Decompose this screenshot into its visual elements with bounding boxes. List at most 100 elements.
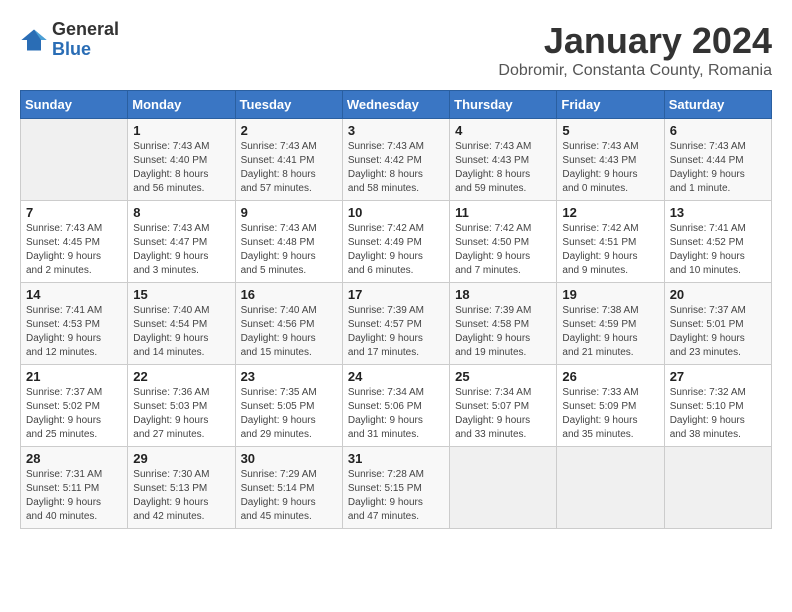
- day-number: 7: [26, 205, 122, 220]
- th-sunday: Sunday: [21, 91, 128, 119]
- day-number: 21: [26, 369, 122, 384]
- calendar-cell: 16 Sunrise: 7:40 AMSunset: 4:56 PMDayligh…: [235, 283, 342, 365]
- day-number: 2: [241, 123, 337, 138]
- day-number: 27: [670, 369, 766, 384]
- day-number: 8: [133, 205, 229, 220]
- day-number: 17: [348, 287, 444, 302]
- calendar-body: 1Sunrise: 7:43 AMSunset: 4:40 PMDaylight…: [21, 119, 772, 529]
- header-row: Sunday Monday Tuesday Wednesday Thursday…: [21, 91, 772, 119]
- week-row-5: 28 Sunrise: 7:31 AMSunset: 5:11 PMDayligh…: [21, 447, 772, 529]
- calendar-cell: 21 Sunrise: 7:37 AMSunset: 5:02 PMDayligh…: [21, 365, 128, 447]
- calendar-cell: 10 Sunrise: 7:42 AMSunset: 4:49 PMDayligh…: [342, 201, 449, 283]
- calendar-cell: 3 Sunrise: 7:43 AMSunset: 4:42 PMDaylight…: [342, 119, 449, 201]
- calendar-cell: 29 Sunrise: 7:30 AMSunset: 5:13 PMDayligh…: [128, 447, 235, 529]
- week-row-1: 1Sunrise: 7:43 AMSunset: 4:40 PMDaylight…: [21, 119, 772, 201]
- day-number: 31: [348, 451, 444, 466]
- day-number: 16: [241, 287, 337, 302]
- day-info: Sunrise: 7:41 AMSunset: 4:52 PMDaylight:…: [670, 222, 766, 278]
- day-info: Sunrise: 7:41 AMSunset: 4:53 PMDaylight:…: [26, 304, 122, 360]
- page-header: General Blue January 2024 Dobromir, Cons…: [20, 20, 772, 80]
- calendar-cell: 18 Sunrise: 7:39 AMSunset: 4:58 PMDayligh…: [450, 283, 557, 365]
- calendar-cell: 24Sunrise: 7:34 AMSunset: 5:06 PMDayligh…: [342, 365, 449, 447]
- calendar-cell: 9 Sunrise: 7:43 AMSunset: 4:48 PMDaylight…: [235, 201, 342, 283]
- calendar-cell: 25Sunrise: 7:34 AMSunset: 5:07 PMDayligh…: [450, 365, 557, 447]
- day-info: Sunrise: 7:43 AMSunset: 4:45 PMDaylight:…: [26, 222, 122, 278]
- day-info: Sunrise: 7:37 AMSunset: 5:01 PMDaylight:…: [670, 304, 766, 360]
- day-number: 13: [670, 205, 766, 220]
- calendar-table: Sunday Monday Tuesday Wednesday Thursday…: [20, 90, 772, 529]
- day-number: 28: [26, 451, 122, 466]
- calendar-cell: 2 Sunrise: 7:43 AMSunset: 4:41 PMDaylight…: [235, 119, 342, 201]
- day-number: 12: [562, 205, 658, 220]
- day-number: 9: [241, 205, 337, 220]
- day-number: 29: [133, 451, 229, 466]
- day-info: Sunrise: 7:37 AMSunset: 5:02 PMDaylight:…: [26, 386, 122, 442]
- calendar-cell: 23Sunrise: 7:35 AMSunset: 5:05 PMDayligh…: [235, 365, 342, 447]
- day-number: 19: [562, 287, 658, 302]
- calendar-cell: 14 Sunrise: 7:41 AMSunset: 4:53 PMDayligh…: [21, 283, 128, 365]
- th-tuesday: Tuesday: [235, 91, 342, 119]
- calendar-cell: 28 Sunrise: 7:31 AMSunset: 5:11 PMDayligh…: [21, 447, 128, 529]
- calendar-cell: 7 Sunrise: 7:43 AMSunset: 4:45 PMDaylight…: [21, 201, 128, 283]
- day-info: Sunrise: 7:30 AMSunset: 5:13 PMDaylight:…: [133, 468, 229, 524]
- day-info: Sunrise: 7:38 AMSunset: 4:59 PMDaylight:…: [562, 304, 658, 360]
- calendar-cell: [664, 447, 771, 529]
- day-info: Sunrise: 7:39 AMSunset: 4:57 PMDaylight:…: [348, 304, 444, 360]
- calendar-cell: 17 Sunrise: 7:39 AMSunset: 4:57 PMDayligh…: [342, 283, 449, 365]
- day-info: Sunrise: 7:43 AMSunset: 4:41 PMDaylight:…: [241, 140, 337, 196]
- day-info: Sunrise: 7:42 AMSunset: 4:50 PMDaylight:…: [455, 222, 551, 278]
- week-row-4: 21 Sunrise: 7:37 AMSunset: 5:02 PMDayligh…: [21, 365, 772, 447]
- calendar-cell: [450, 447, 557, 529]
- calendar-cell: 6 Sunrise: 7:43 AMSunset: 4:44 PMDaylight…: [664, 119, 771, 201]
- th-thursday: Thursday: [450, 91, 557, 119]
- day-info: Sunrise: 7:43 AMSunset: 4:42 PMDaylight:…: [348, 140, 444, 196]
- day-info: Sunrise: 7:33 AMSunset: 5:09 PMDaylight:…: [562, 386, 658, 442]
- day-info: Sunrise: 7:31 AMSunset: 5:11 PMDaylight:…: [26, 468, 122, 524]
- day-info: Sunrise: 7:42 AMSunset: 4:51 PMDaylight:…: [562, 222, 658, 278]
- day-number: 3: [348, 123, 444, 138]
- calendar-cell: 26Sunrise: 7:33 AMSunset: 5:09 PMDayligh…: [557, 365, 664, 447]
- month-title: January 2024: [498, 20, 772, 62]
- day-number: 30: [241, 451, 337, 466]
- th-monday: Monday: [128, 91, 235, 119]
- calendar-cell: 11 Sunrise: 7:42 AMSunset: 4:50 PMDayligh…: [450, 201, 557, 283]
- logo: General Blue: [20, 20, 119, 60]
- calendar-cell: 31 Sunrise: 7:28 AMSunset: 5:15 PMDayligh…: [342, 447, 449, 529]
- logo-text: General Blue: [52, 20, 119, 60]
- day-info: Sunrise: 7:43 AMSunset: 4:43 PMDaylight:…: [455, 140, 551, 196]
- day-info: Sunrise: 7:34 AMSunset: 5:07 PMDaylight:…: [455, 386, 551, 442]
- day-number: 11: [455, 205, 551, 220]
- location-subtitle: Dobromir, Constanta County, Romania: [498, 62, 772, 80]
- day-info: Sunrise: 7:32 AMSunset: 5:10 PMDaylight:…: [670, 386, 766, 442]
- logo-icon: [20, 26, 48, 54]
- calendar-header: Sunday Monday Tuesday Wednesday Thursday…: [21, 91, 772, 119]
- calendar-cell: 27 Sunrise: 7:32 AMSunset: 5:10 PMDayligh…: [664, 365, 771, 447]
- week-row-2: 7 Sunrise: 7:43 AMSunset: 4:45 PMDaylight…: [21, 201, 772, 283]
- day-info: Sunrise: 7:43 AMSunset: 4:40 PMDaylight:…: [133, 140, 229, 196]
- calendar-cell: 4Sunrise: 7:43 AMSunset: 4:43 PMDaylight…: [450, 119, 557, 201]
- day-info: Sunrise: 7:43 AMSunset: 4:48 PMDaylight:…: [241, 222, 337, 278]
- calendar-cell: [21, 119, 128, 201]
- day-info: Sunrise: 7:36 AMSunset: 5:03 PMDaylight:…: [133, 386, 229, 442]
- calendar-cell: 19 Sunrise: 7:38 AMSunset: 4:59 PMDayligh…: [557, 283, 664, 365]
- day-info: Sunrise: 7:40 AMSunset: 4:56 PMDaylight:…: [241, 304, 337, 360]
- day-info: Sunrise: 7:34 AMSunset: 5:06 PMDaylight:…: [348, 386, 444, 442]
- calendar-cell: 22Sunrise: 7:36 AMSunset: 5:03 PMDayligh…: [128, 365, 235, 447]
- calendar-cell: 1Sunrise: 7:43 AMSunset: 4:40 PMDaylight…: [128, 119, 235, 201]
- day-info: Sunrise: 7:43 AMSunset: 4:44 PMDaylight:…: [670, 140, 766, 196]
- day-info: Sunrise: 7:28 AMSunset: 5:15 PMDaylight:…: [348, 468, 444, 524]
- day-info: Sunrise: 7:39 AMSunset: 4:58 PMDaylight:…: [455, 304, 551, 360]
- day-number: 18: [455, 287, 551, 302]
- calendar-cell: 15Sunrise: 7:40 AMSunset: 4:54 PMDayligh…: [128, 283, 235, 365]
- day-number: 23: [241, 369, 337, 384]
- day-number: 20: [670, 287, 766, 302]
- day-info: Sunrise: 7:42 AMSunset: 4:49 PMDaylight:…: [348, 222, 444, 278]
- calendar-cell: 13 Sunrise: 7:41 AMSunset: 4:52 PMDayligh…: [664, 201, 771, 283]
- day-number: 10: [348, 205, 444, 220]
- day-number: 14: [26, 287, 122, 302]
- week-row-3: 14 Sunrise: 7:41 AMSunset: 4:53 PMDayligh…: [21, 283, 772, 365]
- day-info: Sunrise: 7:43 AMSunset: 4:47 PMDaylight:…: [133, 222, 229, 278]
- day-number: 6: [670, 123, 766, 138]
- calendar-cell: 8 Sunrise: 7:43 AMSunset: 4:47 PMDaylight…: [128, 201, 235, 283]
- calendar-cell: 30Sunrise: 7:29 AMSunset: 5:14 PMDayligh…: [235, 447, 342, 529]
